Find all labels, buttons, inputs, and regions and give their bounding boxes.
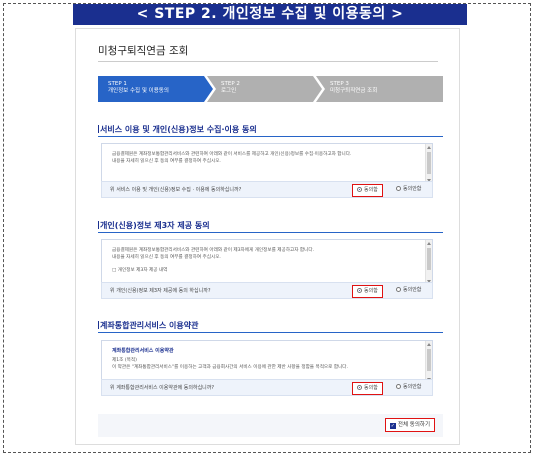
- all-agree-bar: ✓ 전체 동의하기: [98, 414, 443, 437]
- section-divider: [98, 136, 443, 137]
- terms-line: 금융결제원은 계좌정보통합관리서비스와 관련하여 아래와 같이 서비스를 제공하…: [112, 152, 352, 157]
- disagree-radio[interactable]: 동의안함: [392, 382, 425, 393]
- main-panel: 미청구퇴직연금 조회 STEP 1 개인정보 수집 및 이용동의 STEP 2 …: [75, 28, 460, 445]
- disagree-radio[interactable]: 동의안함: [392, 184, 425, 195]
- section-divider: [98, 232, 443, 233]
- step-banner: < STEP 2. 개인정보 수집 및 이용동의 >: [73, 4, 467, 25]
- consent-question: 위 개인(신용)정보 제3자 제공에 동의 하십니까?: [110, 288, 211, 294]
- terms-line: 내용을 자세히 읽으신 후 동의 여부를 결정하여 주십시오.: [112, 159, 221, 164]
- radio-empty-icon[interactable]: [396, 186, 401, 191]
- step-1: STEP 1 개인정보 수집 및 이용동의: [98, 76, 213, 102]
- step-indicator: STEP 1 개인정보 수집 및 이용동의 STEP 2 로그인 STEP 3 …: [98, 76, 443, 102]
- section-title-service-consent: 서비스 이용 및 개인(신용)정보 수집·이용 동의: [98, 125, 257, 134]
- terms-box-account[interactable]: 계좌통합관리서비스 이용약관 제1조 (목적) 이 약관은 "계좌통합관리서비스…: [101, 340, 433, 384]
- title-divider: [98, 61, 438, 62]
- section-marker-icon: [98, 125, 99, 133]
- radio-empty-icon[interactable]: [396, 287, 401, 292]
- radio-selected-icon[interactable]: [357, 288, 362, 293]
- radio-selected-icon[interactable]: [357, 385, 362, 390]
- step-1-num: STEP 1: [108, 81, 127, 87]
- terms-scrollbar[interactable]: [425, 144, 432, 184]
- terms-text: 금융결제원은 계좌정보통합관리서비스와 관련하여 아래와 같이 제3자에게 개인…: [102, 240, 424, 274]
- agree-radio[interactable]: 동의함: [352, 184, 383, 197]
- section-marker-icon: [98, 321, 99, 329]
- consent-question: 위 서비스 이용 및 개인(신용)정보 수집 · 이용에 동의하십니까?: [110, 187, 242, 193]
- terms-box-service[interactable]: 금융결제원은 계좌정보통합관리서비스와 관련하여 아래와 같이 서비스를 제공하…: [101, 143, 433, 185]
- terms-text: 금융결제원은 계좌정보통합관리서비스와 관련하여 아래와 같이 서비스를 제공하…: [102, 144, 424, 165]
- terms-line: 이 약관은 "계좌통합관리서비스"를 이용하는 고객과 금융회사간의 서비스 이…: [112, 365, 348, 370]
- section-title-account-terms: 계좌통합관리서비스 이용약관: [98, 321, 199, 330]
- terms-box-third-party[interactable]: 금융결제원은 계좌정보통합관리서비스와 관련하여 아래와 같이 제3자에게 개인…: [101, 239, 433, 286]
- all-agree-checkbox[interactable]: ✓ 전체 동의하기: [384, 418, 435, 432]
- terms-line: 금융결제원은 계좌정보통합관리서비스와 관련하여 아래와 같이 제3자에게 개인…: [112, 248, 315, 253]
- step-3-num: STEP 3: [330, 81, 349, 87]
- agree-radio[interactable]: 동의함: [352, 382, 383, 395]
- section-divider: [98, 332, 443, 333]
- terms-line: 내용을 자세히 읽으신 후 동의 여부를 결정하여 주십시오.: [112, 255, 221, 260]
- step-3-label: 미청구퇴직연금 조회: [330, 88, 378, 94]
- scroll-thumb[interactable]: [427, 349, 431, 371]
- consent-question: 위 계좌통합관리서비스 이용약관에 동의하십니까?: [110, 385, 215, 391]
- scroll-thumb[interactable]: [427, 152, 431, 174]
- terms-list-item: □ 개인정보 제3자 제공 내역: [112, 268, 168, 273]
- step-2-label: 로그인: [221, 88, 237, 94]
- step-2: STEP 2 로그인: [207, 76, 322, 102]
- step-3: STEP 3 미청구퇴직연금 조회: [316, 76, 443, 102]
- radio-selected-icon[interactable]: [357, 187, 362, 192]
- radio-empty-icon[interactable]: [396, 384, 401, 389]
- step-1-label: 개인정보 수집 및 이용동의: [108, 88, 169, 94]
- page-title: 미청구퇴직연금 조회: [98, 45, 189, 57]
- section-title-third-party: 개인(신용)정보 제3자 제공 동의: [98, 221, 210, 230]
- checkbox-checked-icon[interactable]: ✓: [389, 423, 396, 429]
- terms-line: 제1조 (목적): [112, 358, 137, 363]
- step-2-num: STEP 2: [221, 81, 240, 87]
- section-marker-icon: [98, 221, 99, 229]
- scroll-thumb[interactable]: [427, 248, 431, 270]
- scroll-up-icon[interactable]: [427, 343, 431, 346]
- scroll-up-icon[interactable]: [427, 242, 431, 245]
- agree-radio[interactable]: 동의함: [352, 285, 383, 298]
- disagree-radio[interactable]: 동의안함: [392, 285, 425, 296]
- consent-row-service: 위 서비스 이용 및 개인(신용)정보 수집 · 이용에 동의하십니까? 동의함…: [101, 181, 433, 198]
- terms-scrollbar[interactable]: [425, 341, 432, 383]
- terms-scrollbar[interactable]: [425, 240, 432, 285]
- terms-text: 계좌통합관리서비스 이용약관 제1조 (목적) 이 약관은 "계좌통합관리서비스…: [102, 341, 424, 371]
- terms-box-title: 계좌통합관리서비스 이용약관: [112, 348, 174, 354]
- scroll-up-icon[interactable]: [427, 146, 431, 149]
- consent-row-account: 위 계좌통합관리서비스 이용약관에 동의하십니까? 동의함 동의안함: [101, 379, 433, 396]
- consent-row-third-party: 위 개인(신용)정보 제3자 제공에 동의 하십니까? 동의함 동의안함: [101, 282, 433, 299]
